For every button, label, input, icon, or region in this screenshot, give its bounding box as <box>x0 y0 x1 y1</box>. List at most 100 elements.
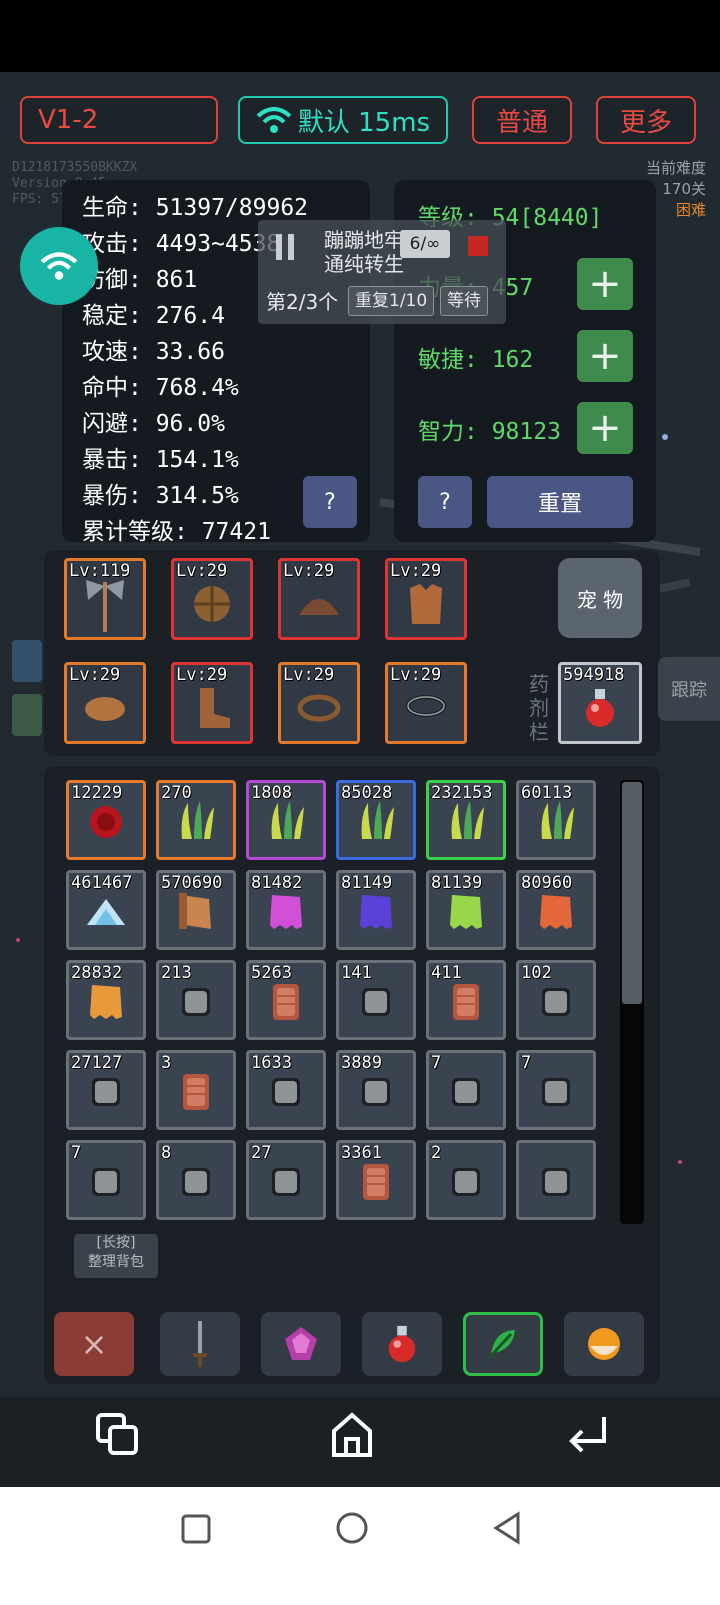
mode-button[interactable]: 普通 <box>472 96 572 144</box>
attr-help-button[interactable]: ? <box>418 476 472 528</box>
item-count: 461467 <box>71 873 133 893</box>
inventory-slot[interactable]: 12229 <box>66 780 146 860</box>
close-button[interactable]: × <box>54 1312 134 1376</box>
equip-slot-gloves[interactable]: Lv:29 <box>64 662 146 744</box>
inventory-slot[interactable]: 8 <box>156 1140 236 1220</box>
item-count: 411 <box>431 963 462 983</box>
inventory-slot[interactable]: 27 <box>246 1140 326 1220</box>
inventory-slot[interactable]: 7 <box>66 1140 146 1220</box>
sort-label: 整理背包 <box>88 1254 144 1270</box>
stats-help-button[interactable]: ? <box>303 476 357 528</box>
home-button[interactable] <box>330 1411 374 1463</box>
equip-slot-boots[interactable]: Lv:29 <box>171 662 253 744</box>
cloth-green-icon <box>446 891 486 937</box>
more-button[interactable]: 更多 <box>596 96 696 144</box>
back-button[interactable] <box>566 1415 610 1459</box>
network-button[interactable]: 默认 15ms <box>238 96 448 144</box>
inventory-slot[interactable]: 461467 <box>66 870 146 950</box>
recent-apps-button[interactable] <box>96 1413 140 1461</box>
add-strength-button[interactable]: + <box>577 258 633 310</box>
potion-slot[interactable]: 594918 <box>558 662 642 744</box>
sort-hint: [长按] <box>96 1235 136 1251</box>
misc-tab[interactable] <box>564 1312 644 1376</box>
wifi-icon <box>256 107 292 133</box>
inventory-scrollbar[interactable] <box>620 780 644 1224</box>
gem-icon <box>285 1327 317 1360</box>
potion-bar-label: 药剂栏 <box>529 672 549 744</box>
sort-inventory-button[interactable]: [长按] 整理背包 <box>74 1234 158 1278</box>
inventory-slot[interactable]: 27127 <box>66 1050 146 1130</box>
equip-slot-necklace[interactable]: Lv:29 <box>385 662 467 744</box>
inventory-slot[interactable]: 81149 <box>336 870 416 950</box>
equipment-tab[interactable] <box>160 1312 240 1376</box>
inventory-slot[interactable]: 213 <box>156 960 236 1040</box>
inventory-slot[interactable]: 3889 <box>336 1050 416 1130</box>
inventory-slot[interactable]: 1808 <box>246 780 326 860</box>
inventory-slot[interactable]: 2 <box>426 1140 506 1220</box>
stone-icon <box>178 984 214 1024</box>
inventory-slot[interactable]: 1633 <box>246 1050 326 1130</box>
gem-tab[interactable] <box>261 1312 341 1376</box>
potion-tab[interactable] <box>362 1312 442 1376</box>
inventory-slot[interactable]: 3 <box>156 1050 236 1130</box>
scrollbar-thumb[interactable] <box>622 782 642 1004</box>
inventory-slot[interactable]: 232153 <box>426 780 506 860</box>
floating-network-bubble[interactable] <box>20 227 98 305</box>
difficulty-label: 当前难度 <box>645 159 706 177</box>
inventory-slot[interactable]: 28832 <box>66 960 146 1040</box>
system-nav-bar <box>0 1487 720 1605</box>
stone-icon <box>88 1164 124 1204</box>
item-count: 3361 <box>341 1143 382 1163</box>
triangle-back-icon[interactable] <box>492 1511 522 1545</box>
stat-total-level: 累计等级: 77421 <box>82 519 271 545</box>
equip-slot-weapon[interactable]: Lv:119 <box>64 558 146 640</box>
material-tab[interactable] <box>463 1312 543 1376</box>
inventory-slot[interactable]: 85028 <box>336 780 416 860</box>
repeat-badge[interactable]: 重复1/10 <box>348 286 435 316</box>
inventory-slot[interactable]: 3361 <box>336 1140 416 1220</box>
inventory-slot[interactable]: 60113 <box>516 780 596 860</box>
pause-icon[interactable] <box>276 234 282 260</box>
helmet-icon <box>299 598 339 615</box>
inventory-slot[interactable]: 141 <box>336 960 416 1040</box>
square-icon[interactable] <box>180 1513 212 1545</box>
necklace-icon <box>406 694 446 717</box>
attr-agility: 敏捷: 162 <box>418 347 534 373</box>
claw-icon <box>354 799 398 849</box>
add-agility-button[interactable]: + <box>577 330 633 382</box>
side-tool-left-1[interactable] <box>12 640 42 682</box>
wait-badge[interactable]: 等待 <box>440 286 488 316</box>
circle-icon[interactable] <box>335 1511 369 1545</box>
item-count: 81149 <box>341 873 393 893</box>
equip-slot-shield[interactable]: Lv:29 <box>171 558 253 640</box>
equip-slot-helmet[interactable]: Lv:29 <box>278 558 360 640</box>
return-icon <box>569 1417 606 1453</box>
inventory-slot[interactable]: 411 <box>426 960 506 1040</box>
equip-slot-ring[interactable]: Lv:29 <box>278 662 360 744</box>
stop-icon[interactable] <box>468 236 488 256</box>
add-intelligence-button[interactable]: + <box>577 402 633 454</box>
inventory-slot[interactable]: 7 <box>426 1050 506 1130</box>
stat-crit: 暴击: 154.1% <box>82 447 239 473</box>
stage-button[interactable]: V1-2 <box>20 96 218 144</box>
inventory-slot[interactable]: 7 <box>516 1050 596 1130</box>
side-tool-left-2[interactable] <box>12 694 42 736</box>
auto-task-overlay: 蹦蹦地牢首 通纯转生 6/∞ 第2/3个 重复1/10 等待 <box>258 220 506 324</box>
inventory-slot[interactable]: 102 <box>516 960 596 1040</box>
inventory-slot[interactable]: 81482 <box>246 870 326 950</box>
inventory-slot[interactable]: 81139 <box>426 870 506 950</box>
side-tracker-tab[interactable]: 跟踪 <box>658 657 720 721</box>
pet-button[interactable]: 宠 物 <box>558 558 642 638</box>
boots-icon <box>200 687 230 728</box>
inventory-slot[interactable]: 570690 <box>156 870 236 950</box>
inventory-slot[interactable] <box>516 1140 596 1220</box>
inventory-slot[interactable]: 80960 <box>516 870 596 950</box>
brick-icon <box>359 1162 393 1206</box>
debug-id: D1218173550BKKZX <box>12 160 138 175</box>
reset-button[interactable]: 重置 <box>487 476 633 528</box>
inventory-slot[interactable]: 5263 <box>246 960 326 1040</box>
item-count: 7 <box>521 1053 532 1073</box>
equip-slot-armor[interactable]: Lv:29 <box>385 558 467 640</box>
app-nav-bar <box>0 1397 720 1487</box>
inventory-slot[interactable]: 270 <box>156 780 236 860</box>
